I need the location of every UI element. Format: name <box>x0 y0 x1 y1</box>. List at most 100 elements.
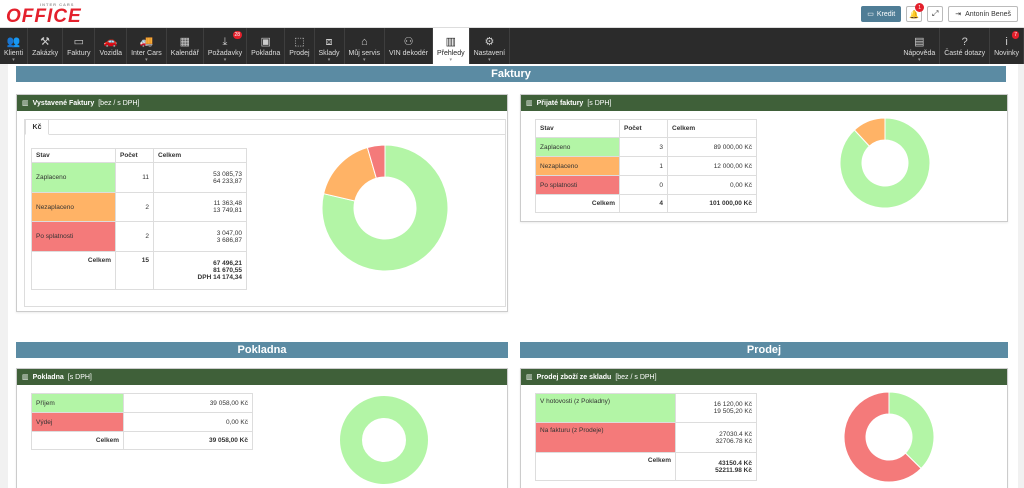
nav-item-label: Kalendář <box>170 49 199 57</box>
kredit-label: Kredit <box>876 10 896 18</box>
nav-count-badge: 7 <box>1012 31 1019 39</box>
nav-item-label: Pokladna <box>251 49 281 57</box>
nav-count-badge: 28 <box>232 31 243 39</box>
table-header-row: Stav Počet Celkem <box>535 119 757 138</box>
section-prodej-header: Prodej <box>520 342 1008 358</box>
money-icon: ▭ <box>867 11 874 18</box>
panel-vystavene-title: Vystavené Faktury <box>32 99 95 107</box>
nav-item-sklady[interactable]: ⧈ Sklady ▾ <box>315 28 345 64</box>
table-row: Po splatnosti 0 0,00 Kč <box>535 175 757 195</box>
donut-slice[interactable] <box>323 146 377 202</box>
bar-chart-icon: ▥ <box>526 374 533 381</box>
nav-item-kalend-[interactable]: ▦ Kalendář <box>167 28 204 64</box>
celkem-bez-dph: 11 363,48 <box>213 200 242 207</box>
col-pocet: Počet <box>619 119 668 138</box>
nav-item-p-ehledy[interactable]: ▥ Přehledy ▾ <box>432 28 470 64</box>
nav-item-label: Sklady <box>318 49 340 57</box>
panel-vystavene-faktury: ▥ Vystavené Faktury [bez / s DPH] Kč Sta… <box>16 94 508 312</box>
donut-slice[interactable] <box>340 396 428 484</box>
nav-item-label: Zakázky <box>32 49 59 57</box>
tab-kc[interactable]: Kč <box>25 119 49 135</box>
card-icon: ▭ <box>73 35 85 48</box>
nav-item-label: Časté dotazy <box>944 49 986 57</box>
user-name: Antonín Beneš <box>965 10 1011 18</box>
row-label: Na fakturu (z Prodeje) <box>535 422 676 453</box>
nav-item-m-j-servis[interactable]: ⌂ Můj servis ▾ <box>345 28 386 64</box>
nav-item-zak-zky[interactable]: ⚒ Zakázky <box>28 28 64 64</box>
table-header-row: Stav Počet Celkem <box>31 148 247 163</box>
row-celkem: 53 085,73 64 233,87 <box>153 162 247 193</box>
table-sum-row: Celkem 4 101 000,00 Kč <box>535 194 757 213</box>
users-icon: 👥 <box>6 35 21 48</box>
nav-item-novinky[interactable]: i Novinky 7 <box>990 28 1024 64</box>
value-s-dph: 32706.78 Kč <box>715 437 752 445</box>
box-icon: ⬚ <box>294 35 305 48</box>
row-stav: Nezaplaceno <box>31 192 116 222</box>
nav-item-label: Faktury <box>67 49 91 57</box>
celkem-s-dph: 13 749,81 <box>213 207 242 214</box>
donut-slice[interactable] <box>888 391 935 470</box>
table-row: Po splatnosti 2 3 047,00 3 686,87 <box>31 221 247 252</box>
table-row: Příjem 39 058,00 Kč <box>31 393 253 413</box>
table-row: Výdej 0,00 Kč <box>31 412 253 432</box>
expand-icon: ⤢ <box>931 9 939 18</box>
section-pokladna-header: Pokladna <box>16 342 508 358</box>
row-stav: Zaplaceno <box>31 162 116 193</box>
sum-pocet: 4 <box>619 194 668 213</box>
row-label: Výdej <box>31 412 124 432</box>
kredit-button[interactable]: ▭ Kredit <box>861 6 902 22</box>
nav-item-nastaven-[interactable]: ⚙ Nastavení ▾ <box>470 28 511 64</box>
celkem-bez-dph: 3 047,00 <box>216 229 242 237</box>
nav-item-vin-dekod-r[interactable]: ⚇ VIN dekodér <box>385 28 433 64</box>
nav-item-label: Můj servis <box>348 49 381 57</box>
nav-item-label: Novinky <box>994 49 1019 57</box>
row-pocet: 11 <box>115 162 154 193</box>
row-value: 39 058,00 Kč <box>123 393 253 413</box>
user-logout-button[interactable]: ⇥ Antonín Beneš <box>948 6 1018 22</box>
col-pocet: Počet <box>115 148 154 163</box>
nav-item-faktury[interactable]: ▭ Faktury <box>63 28 96 64</box>
nav-item-n-pov-da[interactable]: ▤ Nápověda ▾ <box>899 28 941 64</box>
vystavene-table: Stav Počet Celkem Zaplaceno 11 53 085,73… <box>31 148 247 290</box>
table-row: V hotovosti (z Pokladny) 16 120,00 Kč 19 … <box>535 393 757 423</box>
sum-value: 39 058,00 Kč <box>123 431 253 450</box>
nav-item-label: Nápověda <box>903 49 936 57</box>
caret-down-icon: ▾ <box>145 57 148 63</box>
row-stav: Po splatnosti <box>31 221 116 252</box>
bar-chart-icon: ▥ <box>22 374 29 381</box>
value-bez-dph: 27030.4 Kč <box>719 430 752 438</box>
nav-item-inter-cars[interactable]: 🚚 Inter Cars ▾ <box>127 28 167 64</box>
panel-prijate-header: ▥ Přijaté faktury [s DPH] <box>521 95 1007 111</box>
cubes-icon: ⧈ <box>325 35 333 48</box>
car-icon: 🚗 <box>103 35 118 48</box>
panel-prodej-header: ▥ Prodej zboží ze skladu [bez / s DPH] <box>521 369 1007 385</box>
nav-item-po-adavky[interactable]: ⤓ Požadavky ▾ 28 <box>204 28 248 64</box>
table-sum-row: Celkem 43150.4 Kč 52211.98 Kč <box>535 452 757 481</box>
sum-bez-dph: 67 496,21 <box>213 260 242 267</box>
panel-vystavene-header: ▥ Vystavené Faktury [bez / s DPH] <box>17 95 507 111</box>
notifications-button[interactable]: 🔔 1 <box>906 3 925 22</box>
nav-item-label: Požadavky <box>207 49 243 57</box>
nav-item--ast-dotazy[interactable]: ? Časté dotazy <box>940 28 991 64</box>
caret-down-icon: ▾ <box>327 57 331 63</box>
nav-item-label: VIN dekodér <box>389 49 428 57</box>
row-label: Příjem <box>31 393 124 413</box>
gear-icon: ⚙ <box>484 35 495 48</box>
fullscreen-button[interactable]: ⤢ <box>927 6 944 22</box>
intercars-office-logo[interactable]: INTER CARS OFFICE <box>6 2 90 27</box>
top-header: INTER CARS OFFICE ▭ Kredit 🔔 1 ⤢ ⇥ Anton… <box>0 0 1024 28</box>
row-stav: Po splatnosti <box>535 175 620 195</box>
nav-item-prodej[interactable]: ⬚ Prodej <box>285 28 315 64</box>
nav-item-klienti[interactable]: 👥 Klienti ▾ <box>0 28 29 64</box>
sum-bez-dph: 43150.4 Kč <box>718 459 752 467</box>
sum-dph: DPH 14 174,34 <box>197 274 242 281</box>
row-stav: Nezaplaceno <box>535 156 620 176</box>
vystavene-donut-chart <box>321 144 449 272</box>
nav-item-pokladna[interactable]: ▣ Pokladna <box>247 28 286 64</box>
dashboard-content: Faktury ▥ Vystavené Faktury [bez / s DPH… <box>8 64 1018 488</box>
question-icon: ? <box>961 35 968 48</box>
nav-item-vozidla[interactable]: 🚗 Vozidla <box>95 28 128 64</box>
prijate-donut-chart <box>839 117 931 209</box>
panel-pokladna-subtitle: [s DPH] <box>67 373 92 381</box>
panel-prijate-subtitle: [s DPH] <box>587 99 612 107</box>
